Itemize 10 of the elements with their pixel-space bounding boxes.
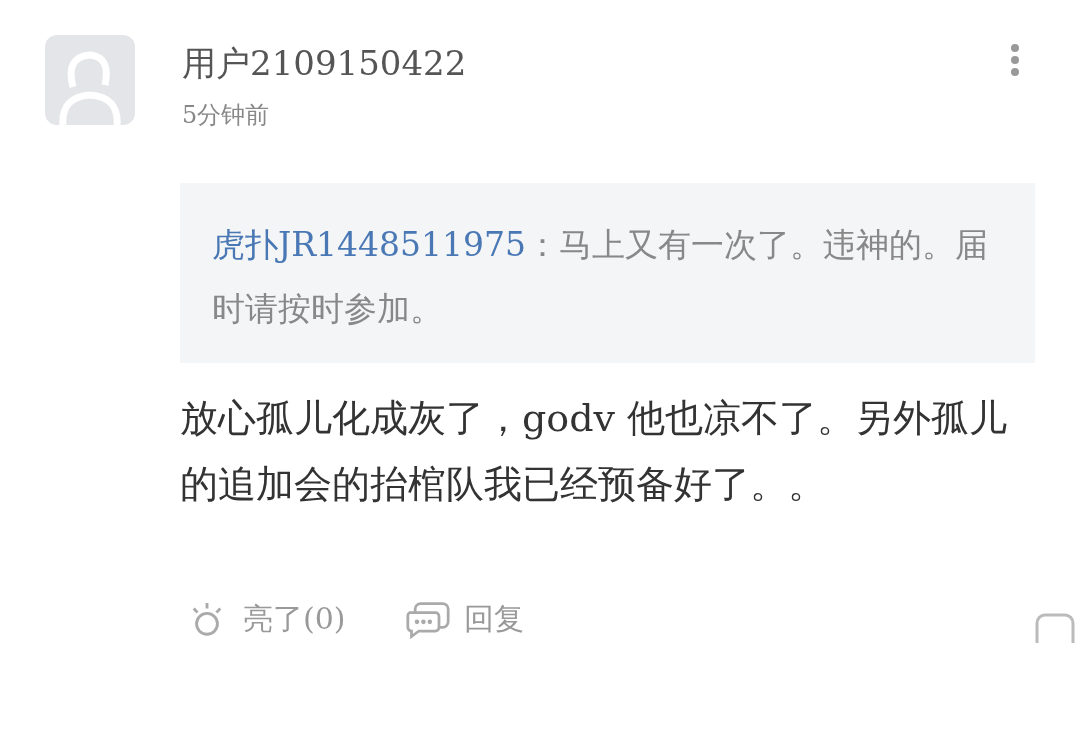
- quote-text: 虎扑JR1448511975：马上又有一次了。违神的。届时请按时参加。: [212, 224, 990, 330]
- reply-button[interactable]: 回复: [405, 599, 524, 640]
- comment-text: 放心孤儿化成灰了，godv 他也凉不了。另外孤儿的追加会的抬棺队我已经预备好了。。: [180, 395, 1009, 508]
- avatar-icon: [45, 35, 135, 125]
- author-name[interactable]: 用户2109150422: [182, 35, 467, 91]
- like-button[interactable]: 亮了(0): [185, 599, 346, 640]
- more-icon[interactable]: [1010, 43, 1020, 77]
- post-time: 5分钟前: [182, 100, 270, 131]
- chat-icon: [405, 600, 450, 639]
- quoted-author-link[interactable]: 虎扑JR1448511975: [212, 225, 527, 264]
